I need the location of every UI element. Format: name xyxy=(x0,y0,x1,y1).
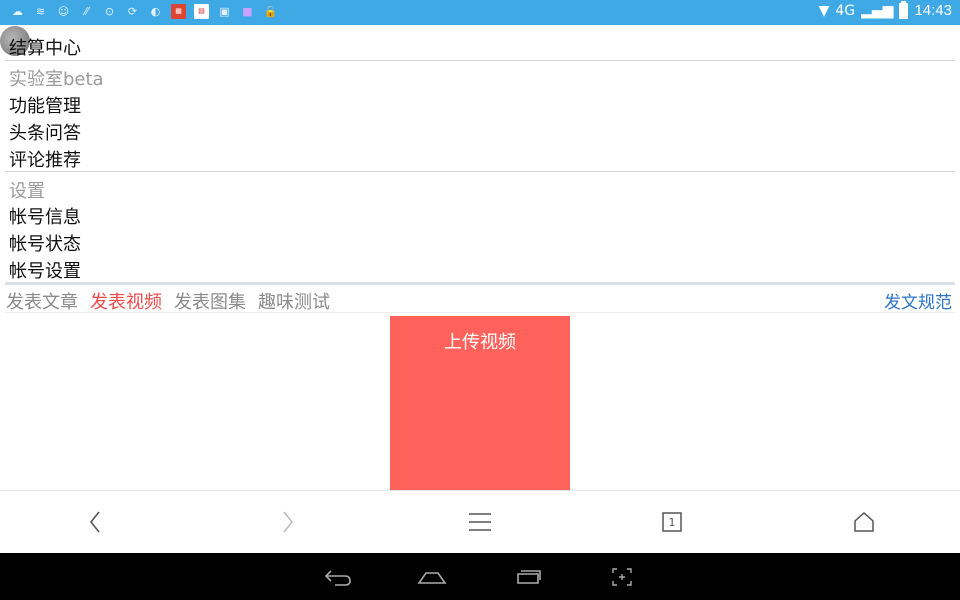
menu-item-account-status[interactable]: 帐号状态 xyxy=(9,230,81,256)
eye-icon: ◐ xyxy=(150,5,161,18)
purple-app-icon: ■ xyxy=(242,5,253,18)
network-type: 4G xyxy=(835,2,856,19)
gallery-icon: ▣ xyxy=(219,5,230,18)
tab-publish-video[interactable]: 发表视频 xyxy=(90,288,162,314)
forward-icon[interactable] xyxy=(273,507,303,537)
divider xyxy=(5,171,955,172)
publish-tab-bar: 发表文章 发表视频 发表图集 趣味测试 发文规范 xyxy=(0,284,960,314)
tabs-icon[interactable]: 1 xyxy=(657,507,687,537)
menu-item-qa[interactable]: 头条问答 xyxy=(9,119,81,145)
divider xyxy=(5,60,955,61)
tab-publish-gallery[interactable]: 发表图集 xyxy=(174,288,246,314)
tab-fun-quiz[interactable]: 趣味测试 xyxy=(258,288,330,314)
menu-icon[interactable] xyxy=(465,507,495,537)
hotspot-icon: ⊙ xyxy=(104,5,115,18)
people-icon: ☺ xyxy=(57,5,70,18)
wifi-app-icon: ≋ xyxy=(35,5,46,18)
upload-video-button[interactable]: 上传视频 xyxy=(390,316,570,490)
wifi-icon: ▼ xyxy=(818,2,830,19)
utility-app-icon: ▤ xyxy=(194,4,209,19)
clock: 14:43 xyxy=(914,2,952,19)
menu-item-account-settings[interactable]: 帐号设置 xyxy=(9,257,81,283)
battery-icon xyxy=(899,0,909,19)
sync-icon: ⟳ xyxy=(127,5,138,18)
notification-icons: ☁ ≋ ☺ ⁄⁄ ⊙ ⟳ ◐ ▦ ▤ ▣ ■ 🔒 xyxy=(10,4,278,19)
nav-screenshot-icon[interactable] xyxy=(602,565,642,589)
status-bar: ☁ ≋ ☺ ⁄⁄ ⊙ ⟳ ◐ ▦ ▤ ▣ ■ 🔒 ▼ 4G ▂▄▆ 14:43 xyxy=(0,0,960,25)
posting-guidelines-link[interactable]: 发文规范 xyxy=(884,288,952,313)
status-right: ▼ 4G ▂▄▆ 14:43 xyxy=(818,0,952,19)
lock-icon: 🔒 xyxy=(263,5,278,18)
nav-home-icon[interactable] xyxy=(412,565,452,589)
tab-count: 1 xyxy=(668,515,676,529)
settings-section-title: 设置 xyxy=(9,181,45,202)
menu-item-feature-management[interactable]: 功能管理 xyxy=(9,92,81,118)
menu-item-settlement-center[interactable]: 结算中心 xyxy=(9,34,81,60)
news-app-icon: ▦ xyxy=(171,4,186,19)
signal-icon: ▂▄▆ xyxy=(861,2,894,19)
home-icon[interactable] xyxy=(849,507,879,537)
nav-back-icon[interactable] xyxy=(318,565,358,589)
menu-item-comment-recommend[interactable]: 评论推荐 xyxy=(9,146,81,172)
weather-icon: ☁ xyxy=(12,5,23,18)
signal-dots-icon: ⁄⁄ xyxy=(84,5,89,18)
android-nav-bar xyxy=(0,553,960,600)
nav-recent-apps-icon[interactable] xyxy=(508,565,548,589)
browser-toolbar: 1 xyxy=(0,490,960,553)
back-icon[interactable] xyxy=(80,507,110,537)
menu-item-account-info[interactable]: 帐号信息 xyxy=(9,203,81,229)
tab-publish-article[interactable]: 发表文章 xyxy=(6,288,78,314)
lab-section-title: 实验室beta xyxy=(9,69,104,90)
tab-underline xyxy=(5,312,955,313)
